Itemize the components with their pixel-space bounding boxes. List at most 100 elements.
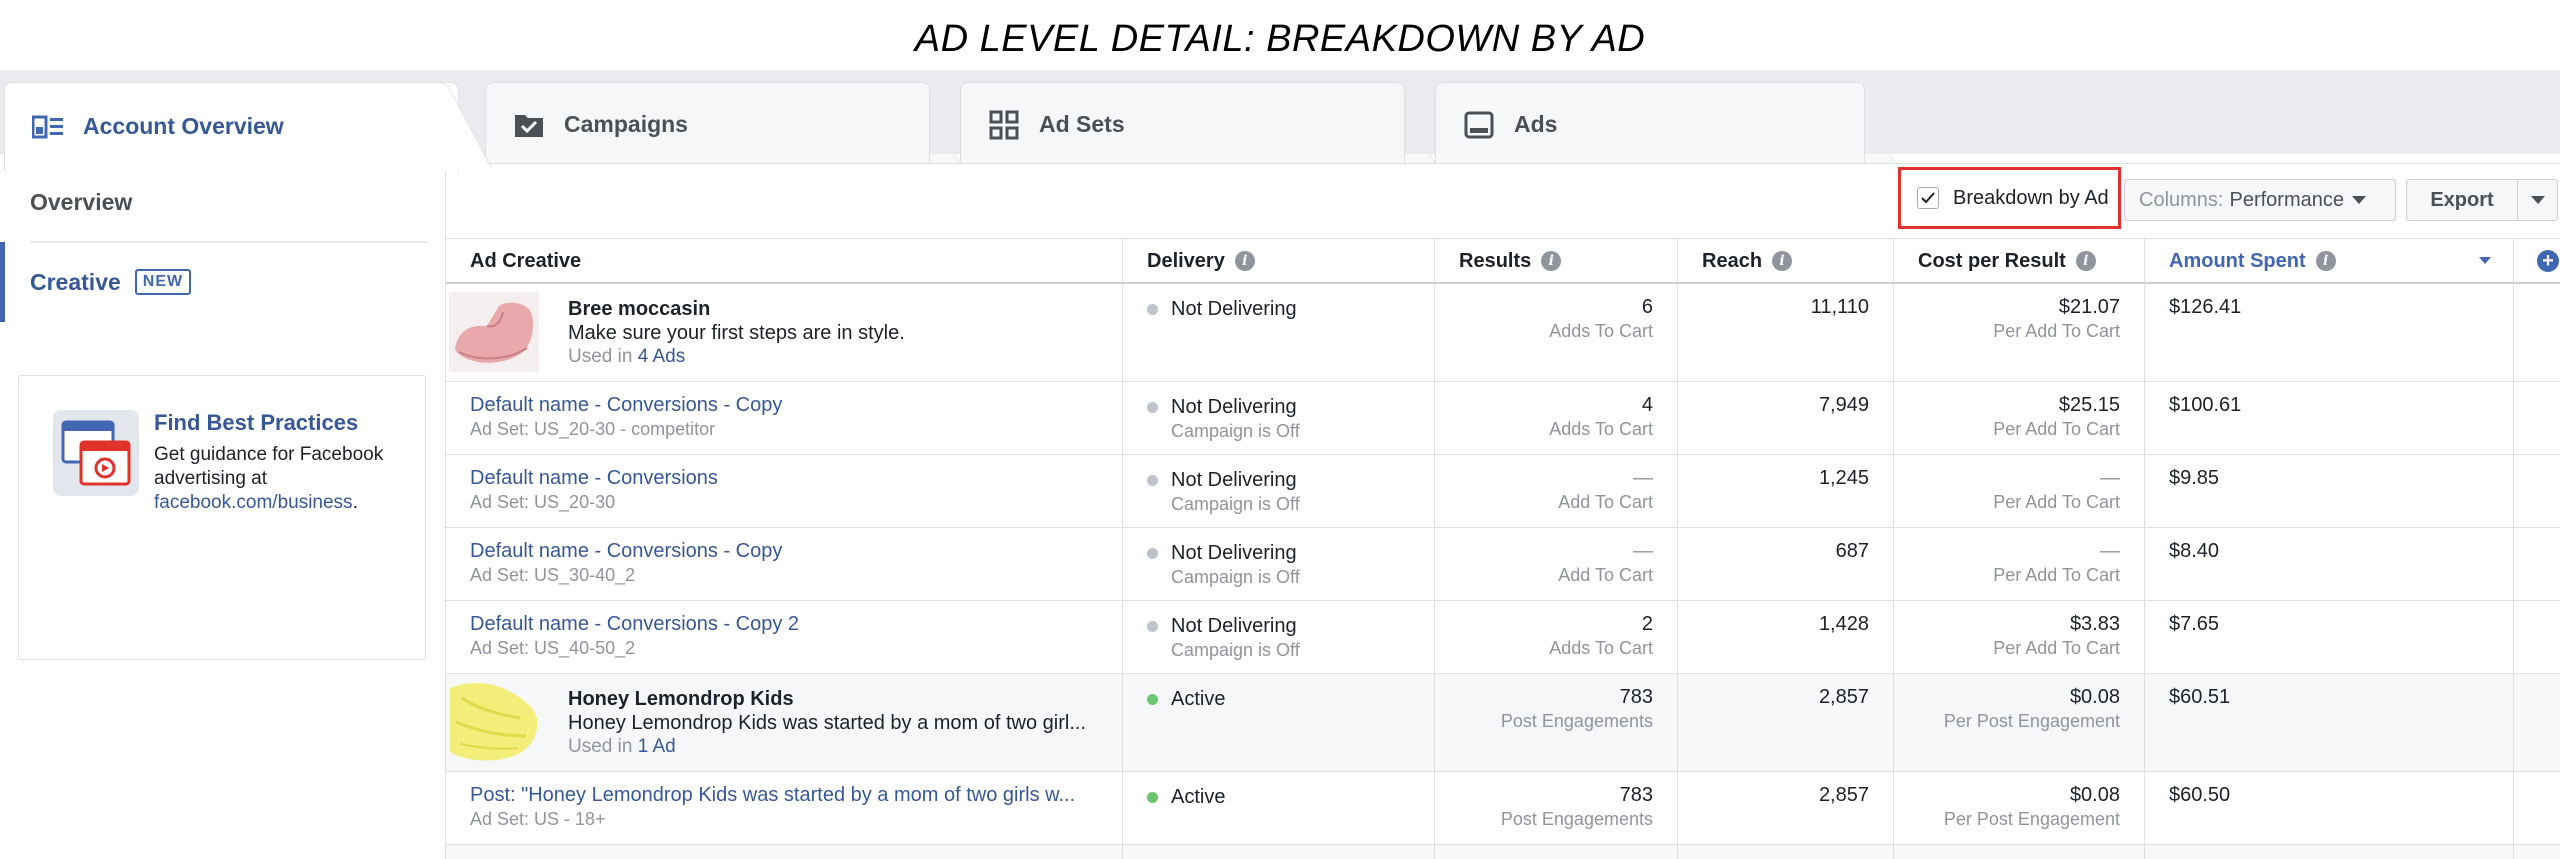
sidebar-item-label: Overview [30,188,133,215]
table-row-ad[interactable]: Post: "Honey Lemondrop Kids was started … [446,772,2560,845]
creative-thumbnail-lemondrop[interactable] [446,678,546,768]
cpr-value: $3.83 [2069,613,2120,635]
tab-campaigns[interactable]: Campaigns [485,82,963,168]
tab-label: Ads [1514,111,1558,137]
cell-amount-spent: $60.51 [2145,674,2514,771]
facebook-business-link[interactable]: facebook.com/business [154,492,353,513]
delivery-status: Not Delivering [1147,615,1297,638]
status-dot-icon [1147,402,1158,413]
cell-results: 6 Adds To Cart [1435,284,1678,381]
creative-name: Bree moccasin [568,298,711,320]
delivery-substatus: Campaign is Off [1171,494,1300,514]
cell-creative: Default name - Conversions - Copy 2 Ad S… [446,601,1123,673]
table-row-ad[interactable]: Default name - Conversions Ad Set: US_20… [446,455,2560,528]
chevron-down-icon [2530,196,2545,204]
sort-descending-icon [2479,257,2491,264]
reach-value: 1,245 [1818,467,1869,489]
ad-name-link[interactable]: Default name - Conversions - Copy 2 [470,613,1110,636]
checkmark-icon [1921,192,1935,204]
cell-delivery: Not Delivering Campaign is Off [1123,455,1435,527]
cell-cost-per-result: $3.83 Per Add To Cart [1894,601,2145,673]
ad-set-label: Ad Set: US - 18+ [470,809,606,829]
export-button[interactable]: Export [2406,179,2518,221]
info-icon[interactable]: i [2075,251,2096,271]
cell-creative [446,845,1123,859]
usage-link[interactable]: 1 Ad [638,736,676,757]
spent-value: $60.51 [2169,686,2231,708]
reach-value: 2,857 [1818,686,1869,708]
cell-tail [2514,528,2560,600]
header-label: Results [1459,249,1532,272]
table-row-creative[interactable]: Honey Lemondrop Kids Honey Lemondrop Kid… [446,674,2560,772]
column-header-results[interactable]: Results i [1435,239,1678,283]
add-column-icon[interactable]: + [2537,250,2559,272]
info-icon[interactable]: i [1234,251,1255,271]
info-icon[interactable]: i [2315,251,2336,271]
creative-name: Honey Lemondrop Kids [568,688,794,710]
cell-delivery: Active [1123,772,1435,844]
best-practices-card: Find Best Practices Get guidance for Fac… [18,375,426,660]
cell-cost-per-result [1894,845,2145,859]
tab-ad-sets[interactable]: Ad Sets [960,82,1438,168]
cell-amount-spent: $7.65 [2145,601,2514,673]
cell-cost-per-result: $21.07 Per Add To Cart [1894,284,2145,381]
ads-icon [1462,110,1496,140]
column-header-ad-creative[interactable]: Ad Creative [446,239,1123,283]
column-header-delivery[interactable]: Delivery i [1123,239,1435,283]
cpr-type: Per Add To Cart [1993,419,2120,439]
column-header-reach[interactable]: Reach i [1678,239,1894,283]
usage-prefix: Used in [568,346,633,367]
table-row-ad[interactable]: Default name - Conversions - Copy 2 Ad S… [446,601,2560,674]
ad-name-link[interactable]: Post: "Honey Lemondrop Kids was started … [470,784,1110,807]
results-type: Adds To Cart [1549,638,1653,658]
info-icon[interactable]: i [1541,251,1562,271]
tab-label: Ad Sets [1039,111,1125,137]
cpr-type: Per Add To Cart [1993,321,2120,341]
table-row-creative[interactable]: Bree moccasin Make sure your first steps… [446,284,2560,382]
cell-amount-spent: $60.50 [2145,772,2514,844]
ad-set-label: Ad Set: US_20-30 - competitor [470,419,716,439]
header-label: Reach [1702,249,1763,272]
breakdown-checkbox[interactable] [1917,187,1939,209]
creative-thumbnail-moccasin[interactable] [449,292,539,372]
tab-ads[interactable]: Ads [1435,82,1898,168]
table-row-ad[interactable]: Default name - Conversions - Copy Ad Set… [446,528,2560,601]
spent-value: $60.50 [2169,784,2231,806]
creative-usage: Used in 4 Ads [568,346,685,368]
best-practices-icon [53,410,139,496]
table-row-ad[interactable]: Default name - Conversions - Copy Ad Set… [446,382,2560,455]
ad-name-link[interactable]: Default name - Conversions - Copy [470,540,1110,563]
ad-name-link[interactable]: Default name - Conversions - Copy [470,394,1110,417]
columns-dropdown[interactable]: Columns: Performance [2124,179,2396,221]
export-menu-button[interactable] [2518,179,2558,221]
cpr-value: — [2100,467,2120,489]
cell-tail [2514,455,2560,527]
cell-reach: 11,110 [1678,284,1894,381]
cell-tail [2514,382,2560,454]
tab-account-overview[interactable]: Account Overview [4,82,492,170]
delivery-status: Not Delivering [1147,469,1297,492]
delivery-label: Not Delivering [1171,298,1297,320]
promo-title: Find Best Practices [154,410,359,435]
sidebar-item-creative[interactable]: Creative NEW [0,242,428,322]
delivery-status: Active [1147,786,1225,809]
table-header: Ad Creative Delivery i Results i Reach i Co… [446,238,2560,284]
breakdown-label: Breakdown by Ad [1953,186,2109,209]
cell-reach: 1,428 [1678,601,1894,673]
sidebar-item-overview[interactable]: Overview [0,162,428,242]
breakdown-by-ad-toggle[interactable]: Breakdown by Ad [1898,167,2121,229]
cell-creative: Post: "Honey Lemondrop Kids was started … [446,772,1123,844]
usage-prefix: Used in [568,736,633,757]
column-header-amount-spent[interactable]: Amount Spent i [2145,239,2514,283]
results-type: Adds To Cart [1549,321,1653,341]
results-value: 4 [1641,394,1653,416]
cell-creative: Default name - Conversions Ad Set: US_20… [446,455,1123,527]
table-row-partial[interactable] [446,845,2560,859]
info-icon[interactable]: i [1772,251,1793,271]
cell-delivery: Not Delivering Campaign is Off [1123,382,1435,454]
results-type: Adds To Cart [1549,419,1653,439]
status-dot-icon [1147,621,1158,632]
ad-name-link[interactable]: Default name - Conversions [470,467,1110,490]
column-header-cost-per-result[interactable]: Cost per Result i [1894,239,2145,283]
usage-link[interactable]: 4 Ads [638,346,686,367]
